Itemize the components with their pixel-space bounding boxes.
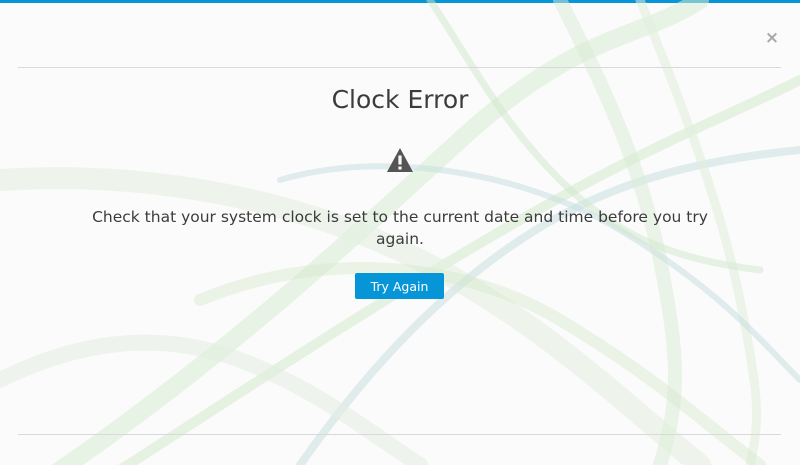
error-message: Check that your system clock is set to t… (92, 208, 708, 248)
footer-divider (18, 434, 781, 435)
header-divider (18, 67, 781, 68)
clock-error-dialog: × Clock Error Check that your system clo… (0, 0, 800, 465)
try-again-button[interactable]: Try Again (355, 273, 444, 299)
close-button[interactable]: × (764, 28, 780, 48)
close-icon: × (764, 28, 780, 48)
warning-icon (387, 148, 413, 172)
dialog-title: Clock Error (331, 85, 469, 114)
top-accent-bar (0, 0, 800, 3)
